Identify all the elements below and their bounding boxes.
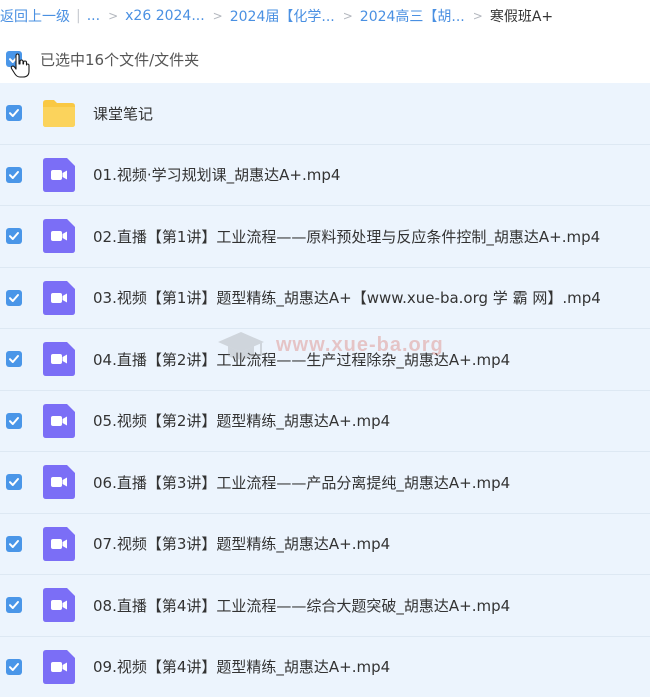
chevron-right-icon: > [212, 9, 223, 23]
row-checkbox[interactable] [6, 658, 22, 675]
row-checkbox[interactable] [6, 166, 22, 183]
video-file-icon [43, 526, 75, 561]
file-name[interactable]: 08.直播【第4讲】工业流程——综合大题突破_胡惠达A+.mp4 [93, 595, 510, 616]
file-name[interactable]: 课堂笔记 [93, 103, 153, 124]
breadcrumb-ellipsis[interactable]: ... [87, 8, 100, 24]
check-icon [9, 601, 19, 610]
check-icon [9, 293, 19, 302]
check-icon [9, 416, 19, 425]
check-icon [9, 662, 19, 671]
video-file-icon [43, 342, 75, 377]
file-row[interactable]: 02.直播【第1讲】工业流程——原料预处理与反应条件控制_胡惠达A+.mp4 [0, 206, 650, 268]
chevron-right-icon: > [472, 9, 483, 23]
row-checkbox[interactable] [6, 228, 22, 245]
check-icon [9, 232, 19, 241]
video-file-icon [43, 588, 75, 623]
file-row[interactable]: 07.视频【第3讲】题型精练_胡惠达A+.mp4 [0, 513, 650, 575]
selection-count-text: 已选中16个文件/文件夹 [40, 50, 200, 69]
video-file-icon [43, 403, 75, 438]
breadcrumb-divider: | [76, 8, 81, 24]
check-icon [9, 109, 19, 118]
file-row[interactable]: 05.视频【第2讲】题型精练_胡惠达A+.mp4 [0, 390, 650, 452]
video-file-icon [43, 649, 75, 684]
row-checkbox[interactable] [6, 597, 22, 614]
check-icon [9, 478, 19, 487]
breadcrumb: 返回上一级 | ... > x26 2024... > 2024届【化学... … [0, 0, 650, 32]
file-row[interactable]: 09.视频【第4讲】题型精练_胡惠达A+.mp4 [0, 636, 650, 697]
row-checkbox[interactable] [6, 351, 22, 368]
video-file-icon [43, 219, 75, 254]
row-checkbox[interactable] [6, 535, 22, 552]
chevron-right-icon: > [108, 9, 119, 23]
video-file-icon [43, 465, 75, 500]
file-name[interactable]: 07.视频【第3讲】题型精练_胡惠达A+.mp4 [93, 533, 390, 554]
file-row[interactable]: 03.视频【第1讲】题型精练_胡惠达A+【www.xue-ba.org 学 霸 … [0, 267, 650, 329]
breadcrumb-current: 寒假班A+ [489, 9, 554, 25]
video-file-icon [43, 157, 75, 192]
chevron-right-icon: > [342, 9, 353, 23]
back-link[interactable]: 返回上一级 [0, 6, 70, 26]
breadcrumb-item[interactable]: x26 2024... [125, 8, 205, 24]
folder-row[interactable]: 课堂笔记 [0, 83, 650, 145]
check-icon [9, 170, 19, 179]
file-name[interactable]: 04.直播【第2讲】工业流程——生产过程除杂_胡惠达A+.mp4 [93, 349, 510, 370]
file-name[interactable]: 02.直播【第1讲】工业流程——原料预处理与反应条件控制_胡惠达A+.mp4 [93, 226, 600, 247]
file-name[interactable]: 01.视频·学习规划课_胡惠达A+.mp4 [93, 164, 340, 185]
check-icon [9, 355, 19, 364]
row-checkbox[interactable] [6, 289, 22, 306]
check-icon [9, 539, 19, 548]
row-checkbox[interactable] [6, 474, 22, 491]
breadcrumb-item[interactable]: 2024届【化学... [230, 6, 335, 26]
file-name[interactable]: 03.视频【第1讲】题型精练_胡惠达A+【www.xue-ba.org 学 霸 … [93, 287, 601, 308]
file-name[interactable]: 06.直播【第3讲】工业流程——产品分离提纯_胡惠达A+.mp4 [93, 472, 510, 493]
selection-bar: 已选中16个文件/文件夹 [0, 42, 650, 76]
file-row[interactable]: 08.直播【第4讲】工业流程——综合大题突破_胡惠达A+.mp4 [0, 575, 650, 637]
file-name[interactable]: 09.视频【第4讲】题型精练_胡惠达A+.mp4 [93, 656, 390, 677]
file-row[interactable]: 06.直播【第3讲】工业流程——产品分离提纯_胡惠达A+.mp4 [0, 452, 650, 514]
row-checkbox[interactable] [6, 105, 22, 122]
file-row[interactable]: 01.视频·学习规划课_胡惠达A+.mp4 [0, 144, 650, 206]
breadcrumb-item[interactable]: 2024高三【胡... [360, 6, 465, 26]
check-icon [9, 55, 19, 63]
video-file-icon [43, 280, 75, 315]
file-list: 课堂笔记 01.视频·学习规划课_胡惠达A+.mp4 02.直播【第1讲】工业流程—… [0, 83, 650, 697]
row-checkbox[interactable] [6, 412, 22, 429]
select-all-checkbox[interactable] [6, 51, 22, 67]
file-row[interactable]: 04.直播【第2讲】工业流程——生产过程除杂_胡惠达A+.mp4 [0, 329, 650, 391]
file-name[interactable]: 05.视频【第2讲】题型精练_胡惠达A+.mp4 [93, 410, 390, 431]
folder-icon [43, 100, 75, 128]
